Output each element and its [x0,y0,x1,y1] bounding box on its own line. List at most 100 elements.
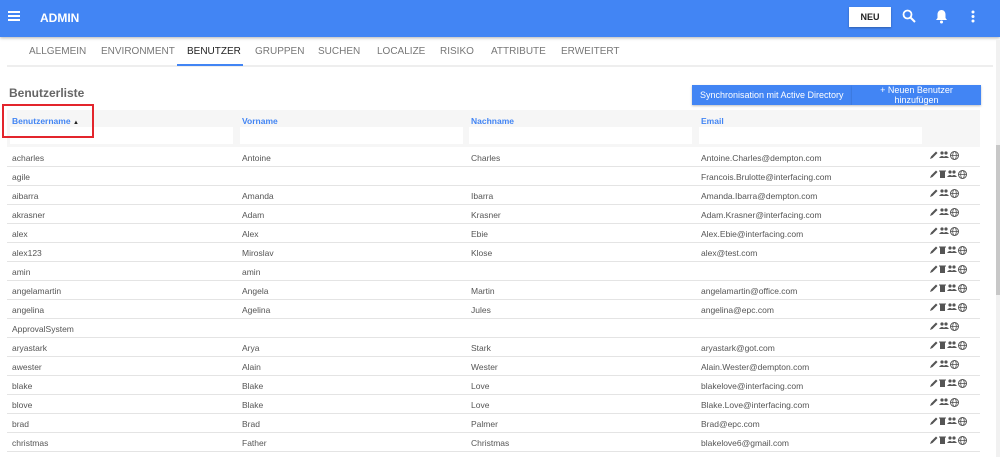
table-row[interactable]: brad Brad Palmer Brad@epc.com [7,414,980,433]
edit-icon[interactable] [930,436,938,444]
table-row[interactable]: blake Blake Love blakelove@interfacing.c… [7,376,980,395]
globe-icon[interactable] [950,322,959,331]
edit-icon[interactable] [930,360,938,368]
table-row[interactable]: blove Blake Love Blake.Love@interfacing.… [7,395,980,414]
tab-attribute[interactable]: ATTRIBUTE [491,46,546,57]
delete-icon[interactable] [939,303,946,311]
table-row[interactable]: aryastark Arya Stark aryastark@got.com [7,338,980,357]
tab-environment[interactable]: ENVIRONMENT [101,46,175,57]
globe-icon[interactable] [950,360,959,369]
table-row[interactable]: angelamartin Angela Martin angelamartin@… [7,281,980,300]
groups-icon[interactable] [939,208,949,216]
username-cell: angelamartin [12,286,62,296]
bell-icon[interactable] [935,9,948,24]
groups-icon[interactable] [939,360,949,368]
table-row[interactable]: akrasner Adam Krasner Adam.Krasner@inter… [7,205,980,224]
groups-icon[interactable] [947,265,957,273]
groups-icon[interactable] [947,417,957,425]
table-row[interactable]: aibarra Amanda Ibarra Amanda.Ibarra@demp… [7,186,980,205]
globe-icon[interactable] [958,170,967,179]
edit-icon[interactable] [930,189,938,197]
groups-icon[interactable] [939,398,949,406]
delete-icon[interactable] [939,246,946,254]
table-row[interactable]: alex123 Miroslav Klose alex@test.com [7,243,980,262]
globe-icon[interactable] [950,208,959,217]
table-row[interactable]: agile Francois.Brulotte@interfacing.com [7,167,980,186]
column-header-lastname[interactable]: Nachname [471,116,514,126]
table-row[interactable]: amin amin [7,262,980,281]
tab-gruppen[interactable]: GRUPPEN [255,46,304,57]
globe-icon[interactable] [958,436,967,445]
edit-icon[interactable] [930,227,938,235]
edit-icon[interactable] [930,208,938,216]
globe-icon[interactable] [958,341,967,350]
groups-icon[interactable] [947,246,957,254]
delete-icon[interactable] [939,436,946,444]
globe-icon[interactable] [958,417,967,426]
edit-icon[interactable] [930,417,938,425]
edit-icon[interactable] [930,341,938,349]
table-row[interactable]: alex Alex Ebie Alex.Ebie@interfacing.com [7,224,980,243]
delete-icon[interactable] [939,170,946,178]
more-vert-icon[interactable] [970,9,976,24]
globe-icon[interactable] [950,151,959,160]
tab-erweitert[interactable]: ERWEITERT [561,46,620,57]
delete-icon[interactable] [939,284,946,292]
tab-risiko[interactable]: RISIKO [440,46,474,57]
edit-icon[interactable] [930,170,938,178]
globe-icon[interactable] [950,189,959,198]
globe-icon[interactable] [958,303,967,312]
delete-icon[interactable] [939,341,946,349]
groups-icon[interactable] [939,322,949,330]
groups-icon[interactable] [947,170,957,178]
globe-icon[interactable] [958,265,967,274]
groups-icon[interactable] [947,303,957,311]
lastname-filter-input[interactable] [469,127,692,144]
column-header-email[interactable]: Email [701,116,724,126]
globe-icon[interactable] [950,398,959,407]
sync-ad-button[interactable]: Synchronisation mit Active Directory [692,85,852,105]
tab-suchen[interactable]: SUCHEN [318,46,360,57]
table-row[interactable]: ApprovalSystem [7,319,980,338]
column-header-firstname[interactable]: Vorname [242,116,278,126]
groups-icon[interactable] [947,436,957,444]
groups-icon[interactable] [947,341,957,349]
search-icon[interactable] [902,9,916,23]
email-filter-input[interactable] [699,127,922,144]
globe-icon[interactable] [958,379,967,388]
groups-icon[interactable] [939,189,949,197]
groups-icon[interactable] [947,284,957,292]
globe-icon[interactable] [958,284,967,293]
username-cell: ApprovalSystem [12,324,74,334]
delete-icon[interactable] [939,417,946,425]
table-row[interactable]: acharles Antoine Charles Antoine.Charles… [7,148,980,167]
edit-icon[interactable] [930,151,938,159]
row-actions [930,322,959,331]
edit-icon[interactable] [930,284,938,292]
delete-icon[interactable] [939,265,946,273]
groups-icon[interactable] [939,151,949,159]
new-button[interactable]: NEU [849,7,891,27]
groups-icon[interactable] [947,379,957,387]
delete-icon[interactable] [939,379,946,387]
table-row[interactable]: awester Alain Wester Alain.Wester@dempto… [7,357,980,376]
edit-icon[interactable] [930,398,938,406]
groups-icon[interactable] [939,227,949,235]
table-row[interactable]: christmas Father Christmas blakelove6@gm… [7,433,980,452]
edit-icon[interactable] [930,303,938,311]
add-user-button[interactable]: + Neuen Benutzer hinzufügen [852,85,981,105]
tab-benutzer[interactable]: BENUTZER [187,46,241,57]
firstname-filter-input[interactable] [240,127,463,144]
edit-icon[interactable] [930,246,938,254]
username-cell: blove [12,400,33,410]
hamburger-menu-icon[interactable] [8,11,20,21]
edit-icon[interactable] [930,379,938,387]
edit-icon[interactable] [930,265,938,273]
table-row[interactable]: angelina Agelina Jules angelina@epc.com [7,300,980,319]
tab-localize[interactable]: LOCALIZE [377,46,425,57]
globe-icon[interactable] [958,246,967,255]
tab-allgemein[interactable]: ALLGEMEIN [29,46,86,57]
globe-icon[interactable] [950,227,959,236]
edit-icon[interactable] [930,322,938,330]
scrollbar-thumb[interactable] [996,145,1000,295]
